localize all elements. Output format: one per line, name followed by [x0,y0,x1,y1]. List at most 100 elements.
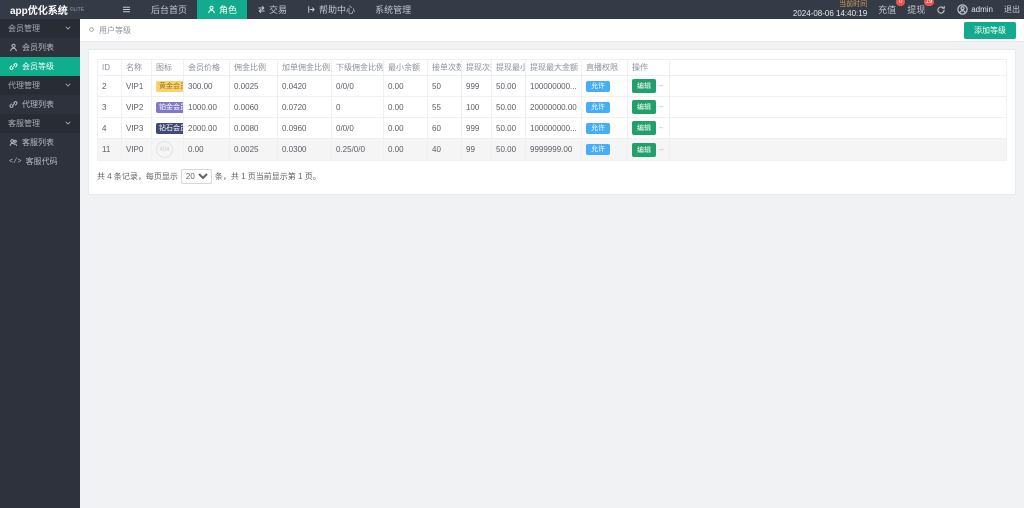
table-column-header: ID [97,59,122,76]
sidebar-item-label: 会员列表 [22,43,54,52]
cell-withdraw-max: 20000000.00 [525,96,582,118]
cell-commission-rate: 0.0025 [229,138,278,161]
cell-withdraw-min: 50.00 [491,96,526,118]
edit-button[interactable]: 编辑 [632,79,656,93]
app-logo: app优化系统 ©LITE [0,0,112,19]
add-level-button[interactable]: 添加等级 [964,21,1016,39]
sidebar-group-label: 会员管理 [8,24,40,33]
menu-icon [122,5,131,14]
cell-withdraw-min: 50.00 [491,75,526,97]
link-icon [9,100,18,109]
cell-min-balance: 0.00 [383,96,428,118]
top-nav-item-menu[interactable] [112,0,141,19]
cell-withdraw-min: 50.00 [491,138,526,161]
cell-order-count: 60 [427,117,462,139]
cell-id: 3 [97,96,122,118]
sidebar-item-label: 客服列表 [22,138,54,147]
table-column-header: 下级佣金比例 [331,59,384,76]
page-size-select[interactable]: 20 [180,169,212,184]
top-nav-item-backend-home[interactable]: 后台首页 [141,0,197,19]
cell-permission: 允许 [581,75,628,97]
cell-icon: 铂金会员 [151,96,184,118]
top-nav-label: 交易 [269,5,288,15]
refresh-icon[interactable] [936,5,946,15]
pagination-prefix: 共 4 条记录，每页显示 [97,172,178,181]
top-nav-item-system[interactable]: 系统管理 [365,0,421,19]
sidebar-item-service-mgmt[interactable]: 客服管理 [0,114,80,133]
topbar: app优化系统 ©LITE 后台首页 角色 交易 帮助中心 系统管理 当前时间 2024… [0,0,1024,19]
breadcrumb: 用户等级 [88,25,131,36]
more-actions-icon[interactable]: ‒ [659,123,663,132]
sidebar-item-agent-mgmt[interactable]: 代理管理 [0,76,80,95]
cell-extra-commission-rate: 0.0960 [277,117,332,139]
permission-toggle[interactable]: 允许 [586,144,610,155]
cell-icon: 钻石会员 [151,117,184,139]
more-actions-icon[interactable]: ‒ [659,102,663,111]
cell-name: VIP1 [121,75,152,97]
chevron-down-icon [64,119,72,129]
permission-toggle[interactable]: 允许 [586,122,610,134]
withdraw-label: 提现 [907,5,926,15]
help-icon [307,5,316,14]
cell-name: VIP2 [121,96,152,118]
sidebar-item-service-list[interactable]: 客服列表 [0,133,80,152]
table-column-header: 提现次数 [461,59,492,76]
edit-button[interactable]: 编辑 [632,121,656,135]
top-nav-label: 系统管理 [375,5,412,15]
table-column-header: 接单次数 [427,59,462,76]
recharge-badge: 0 [896,0,906,6]
cell-filler [669,117,1007,139]
cell-price: 1000.00 [183,96,230,118]
more-actions-icon[interactable]: ‒ [659,145,663,154]
more-actions-icon[interactable]: ‒ [659,81,663,90]
cell-icon: 黄金会员 [151,75,184,97]
cell-sub-commission-rate: 0/0/0 [331,75,384,97]
permission-toggle[interactable]: 允许 [586,101,610,113]
cell-permission: 允许 [581,138,628,161]
recharge-link[interactable]: 充值 0 [878,0,906,16]
edit-button[interactable]: 编辑 [632,100,656,114]
cell-commission-rate: 0.0025 [229,75,278,97]
cell-id: 2 [97,75,122,97]
app-title: app优化系统 [10,6,68,17]
sidebar-item-label: 会员等级 [22,62,54,71]
cell-extra-commission-rate: 0.0420 [277,75,332,97]
breadcrumb-icon [88,26,95,35]
cell-sub-commission-rate: 0/0/0 [331,117,384,139]
table-column-header: 图标 [151,59,184,76]
user-menu[interactable]: admin [957,4,993,15]
cell-min-balance: 0.00 [383,75,428,97]
logout-link[interactable]: 退出 [1004,4,1020,15]
edit-button[interactable]: 编辑 [632,142,656,157]
sidebar-item-service-code[interactable]: </> 客服代码 [0,152,80,171]
pagination: 共 4 条记录，每页显示 20 条，共 1 页当前显示第 1 页。 [97,169,1007,184]
cell-order-count: 40 [427,138,462,161]
sidebar-item-member-mgmt[interactable]: 会员管理 [0,19,80,38]
top-nav-item-roles[interactable]: 角色 [197,0,248,19]
sidebar-item-member-list[interactable]: 会员列表 [0,38,80,57]
sidebar-group-label: 客服管理 [8,119,40,128]
sidebar-item-member-level[interactable]: 会员等级 [0,57,80,76]
cell-withdraw-max: 9999999.00 [525,138,582,161]
cell-sub-commission-rate: 0.25/0/0 [331,138,384,161]
breadcrumb-bar: 用户等级 添加等级 [80,19,1024,42]
top-nav-label: 帮助中心 [319,5,356,15]
cell-withdraw-min: 50.00 [491,117,526,139]
top-nav-item-trade[interactable]: 交易 [247,0,297,19]
permission-toggle[interactable]: 允许 [586,80,610,92]
table-column-header: 提现最大金额 [525,59,582,76]
withdraw-link[interactable]: 提现 19 [907,0,935,16]
table-header-row: ID名称图标会员价格佣金比例加单佣金比例下级佣金比例最小余额接单次数提现次数提现… [97,59,1007,76]
link-icon [9,62,18,71]
cell-actions: 编辑 ‒ [627,117,670,139]
user-icon [207,5,216,14]
cell-commission-rate: 0.0080 [229,117,278,139]
cell-order-count: 55 [427,96,462,118]
cell-price: 0.00 [183,138,230,161]
sidebar: 会员管理会员列表会员等级代理管理 代理列表客服管理客服列表 </> 客服代码 [0,19,80,508]
level-table-card: ID名称图标会员价格佣金比例加单佣金比例下级佣金比例最小余额接单次数提现次数提现… [88,49,1016,195]
sidebar-item-agent-list[interactable]: 代理列表 [0,95,80,114]
top-nav-item-help-center[interactable]: 帮助中心 [297,0,365,19]
main-content: 用户等级 添加等级 ID 名称 图标 会员价格 佣金比例 加单佣金比例 下级佣金比例 最小余额… [80,19,1024,508]
topbar-right: 当前时间 2024-08-06 14:40:19 充值 0 提现 19 admi… [793,0,1024,19]
